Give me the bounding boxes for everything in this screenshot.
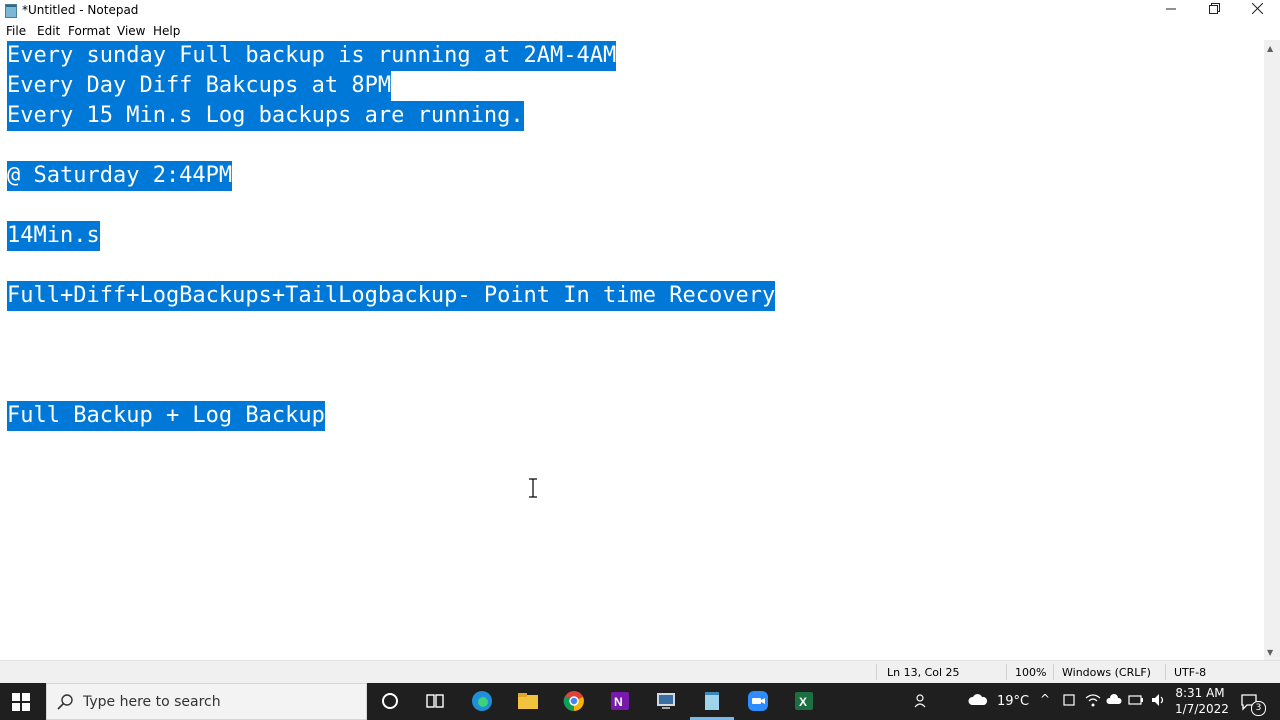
- text-cursor-icon: [529, 478, 537, 498]
- editor-line: Full+Diff+LogBackups+TailLogbackup- Poin…: [7, 281, 776, 311]
- file-explorer-icon[interactable]: [516, 689, 540, 713]
- wifi-icon[interactable]: [1085, 693, 1101, 707]
- start-button[interactable]: [12, 693, 30, 711]
- status-separator: [876, 664, 877, 680]
- svg-text:X: X: [799, 695, 807, 709]
- selected-text[interactable]: Full Backup + Log Backup: [7, 401, 325, 431]
- search-placeholder: Type here to search: [83, 694, 221, 710]
- chrome-icon[interactable]: [562, 689, 586, 713]
- excel-icon[interactable]: X: [792, 689, 816, 713]
- volume-icon[interactable]: [1151, 693, 1167, 707]
- restore-icon: [1208, 3, 1220, 14]
- close-icon: [1251, 2, 1263, 15]
- editor-line: 14Min.s: [7, 221, 100, 251]
- onenote-icon[interactable]: N: [608, 689, 632, 713]
- editor-line: @ Saturday 2:44PM: [7, 161, 233, 191]
- editor-line: Every Day Diff Bakcups at 8PM: [7, 71, 392, 101]
- chevron-up-icon[interactable]: ^: [1040, 692, 1050, 706]
- text-editor[interactable]: Every sunday Full backup is running at 2…: [0, 40, 1264, 660]
- svg-text:N: N: [614, 695, 623, 709]
- system-clock[interactable]: 8:31 AM 1/7/2022: [1175, 685, 1229, 717]
- status-bar: Ln 13, Col 25 100% Windows (CRLF) UTF-8: [0, 661, 1280, 683]
- sql-server-icon[interactable]: [654, 689, 678, 713]
- close-button[interactable]: [1236, 0, 1278, 21]
- selected-text[interactable]: Every Day Diff Bakcups at 8PM: [7, 71, 392, 101]
- battery-icon[interactable]: [1128, 693, 1144, 707]
- line-ending: Windows (CRLF): [1062, 666, 1151, 679]
- maximize-button[interactable]: [1193, 0, 1235, 21]
- weather-temperature[interactable]: 19°C: [997, 694, 1029, 709]
- notification-count-badge: 3: [1251, 701, 1266, 716]
- selected-text[interactable]: Full+Diff+LogBackups+TailLogbackup- Poin…: [7, 281, 776, 311]
- clock-date: 1/7/2022: [1175, 702, 1229, 716]
- windows-logo-icon: [12, 693, 20, 701]
- window-title: *Untitled - Notepad: [22, 3, 139, 17]
- selected-text[interactable]: @ Saturday 2:44PM: [7, 161, 233, 191]
- clock-time: 8:31 AM: [1175, 686, 1225, 700]
- windows-logo-icon: [12, 703, 20, 711]
- windows-logo-icon: [22, 693, 30, 701]
- minimize-button[interactable]: [1150, 0, 1192, 21]
- cursor-position: Ln 13, Col 25: [887, 666, 960, 679]
- zoom-icon[interactable]: [746, 689, 770, 713]
- zoom-level: 100%: [1015, 666, 1047, 679]
- minimize-icon: [1166, 8, 1176, 10]
- status-separator: [1165, 664, 1166, 680]
- vertical-scrollbar[interactable]: ▲ ▼: [1264, 40, 1280, 660]
- menu-help[interactable]: Help: [153, 24, 180, 38]
- selected-text[interactable]: Every sunday Full backup is running at 2…: [7, 41, 617, 71]
- meet-now-icon[interactable]: [1062, 693, 1076, 707]
- menu-bar: File Edit Format View Help: [0, 21, 1280, 40]
- editor-line: Full Backup + Log Backup: [7, 401, 325, 431]
- notepad-icon: [5, 4, 17, 18]
- title-bar: *Untitled - Notepad: [0, 0, 1280, 21]
- people-icon[interactable]: [914, 693, 930, 709]
- encoding: UTF-8: [1174, 666, 1207, 679]
- editor-line: Every sunday Full backup is running at 2…: [7, 41, 617, 71]
- windows-logo-icon: [22, 703, 30, 711]
- menu-format[interactable]: Format: [68, 24, 110, 38]
- selected-text[interactable]: 14Min.s: [7, 221, 100, 251]
- notepad-icon[interactable]: [700, 689, 724, 713]
- search-icon: [57, 694, 73, 710]
- editor-line: Every 15 Min.s Log backups are running.: [7, 101, 524, 131]
- onedrive-icon[interactable]: [1106, 693, 1122, 705]
- taskbar: Type here to search N X 19°C ^ 8:31 AM 1…: [0, 683, 1280, 720]
- menu-view[interactable]: View: [117, 24, 145, 38]
- cortana-icon[interactable]: [378, 689, 402, 713]
- scroll-up-icon[interactable]: ▲: [1267, 44, 1273, 53]
- scroll-down-icon[interactable]: ▼: [1267, 648, 1273, 657]
- edge-icon[interactable]: [470, 689, 494, 713]
- task-view-icon[interactable]: [423, 689, 447, 713]
- menu-edit[interactable]: Edit: [37, 24, 60, 38]
- status-separator: [1053, 664, 1054, 680]
- menu-file[interactable]: File: [6, 24, 26, 38]
- taskbar-search[interactable]: Type here to search: [46, 683, 367, 720]
- selected-text[interactable]: Every 15 Min.s Log backups are running.: [7, 101, 524, 131]
- weather-cloud-icon[interactable]: [968, 693, 988, 707]
- status-separator: [1006, 664, 1007, 680]
